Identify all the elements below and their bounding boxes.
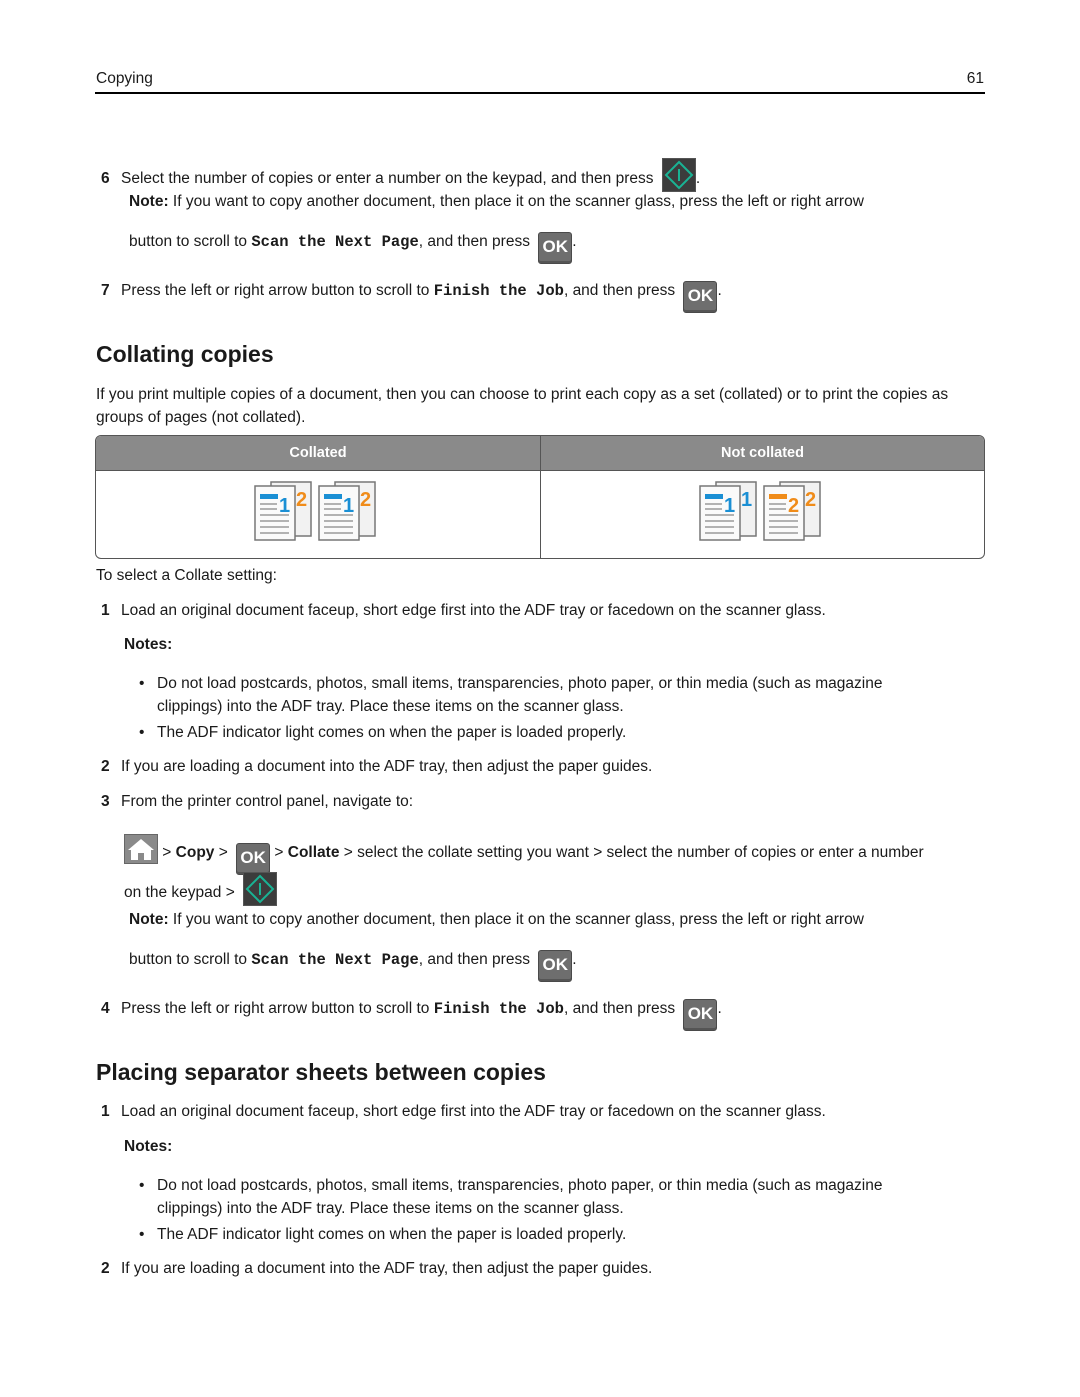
collate-step-2: 2 If you are loading a document into the …: [101, 758, 653, 775]
collating-intro: If you print multiple copies of a docume…: [96, 386, 949, 426]
collated-pages-illustration: 2 1 2 1: [254, 481, 376, 541]
collate-step-3: 3 From the printer control panel, navigat…: [101, 793, 414, 810]
header-rule: [95, 92, 985, 94]
ok-button-icon: OK: [538, 232, 573, 264]
collate-note-line2: button to scroll to Scan the Next Page, …: [129, 950, 577, 982]
start-diamond-icon: [243, 872, 278, 906]
collated-illustration-cell: 2 1 2 1: [96, 471, 540, 558]
nav-collate: Collate: [287, 844, 340, 861]
page-stack-page-2: 2 2: [762, 481, 821, 541]
page-stack-set-2: 2 1: [318, 481, 376, 541]
step-number: 6: [101, 170, 110, 187]
ok-button-icon: OK: [683, 281, 718, 313]
page-number-label: 2: [788, 495, 799, 517]
note-bullet-1: • Do not load postcards, photos, small it…: [139, 1177, 883, 1217]
step-7: 7 Press the left or right arrow button to…: [101, 281, 722, 313]
page-number-label: 1: [343, 495, 354, 517]
nav-copy: Copy: [175, 844, 215, 861]
home-icon: [124, 834, 158, 864]
note-bullet-2: • The ADF indicator light comes on when t…: [139, 724, 627, 741]
step-6-note-line2: button to scroll to Scan the Next Page, …: [129, 232, 577, 264]
notes-label: Notes:: [124, 1138, 173, 1155]
separator-step-1: 1 Load an original document faceup, short…: [101, 1103, 826, 1120]
navigation-path: > Copy > OK > Collate > select the colla…: [124, 834, 924, 875]
page-number-label: 2: [360, 489, 371, 511]
menu-option-scan-next-page: Scan the Next Page: [251, 233, 419, 251]
page-number-label: 1: [279, 495, 290, 517]
page-number-label: 1: [724, 495, 735, 517]
table-header-collated: Collated: [96, 436, 540, 471]
note-label: Note:: [129, 193, 169, 210]
page-number: 61: [966, 70, 984, 87]
menu-option-finish-job: Finish the Job: [433, 282, 564, 300]
page-number-label: 2: [805, 489, 816, 511]
step-number: 7: [101, 282, 110, 299]
collate-select-intro: To select a Collate setting:: [96, 567, 277, 584]
running-header-section: Copying: [96, 70, 153, 87]
page-stack-page-1: 1 1: [698, 481, 757, 541]
ok-button-icon: OK: [538, 950, 573, 982]
start-diamond-icon: [661, 158, 696, 192]
section-heading-separator-sheets: Placing separator sheets between copies: [96, 1059, 546, 1085]
ok-button-icon: OK: [683, 999, 718, 1031]
step-text: Select the number of copies or enter a n…: [121, 170, 654, 187]
page-stack-set-1: 2 1: [254, 481, 312, 541]
collate-note: Note: If you want to copy another docume…: [129, 911, 864, 928]
navigation-path-line2: on the keypad >: [124, 872, 278, 906]
separator-step-2: 2 If you are loading a document into the …: [101, 1260, 653, 1277]
collate-step-4: 4 Press the left or right arrow button to…: [101, 999, 722, 1031]
menu-option-finish-job: Finish the Job: [433, 1000, 564, 1018]
step-6-note: Note: If you want to copy another docume…: [129, 193, 864, 210]
table-header-not-collated: Not collated: [540, 436, 984, 471]
step-6: 6 Select the number of copies or enter a …: [101, 158, 700, 192]
ok-button-icon: OK: [236, 843, 271, 875]
notes-label: Notes:: [124, 636, 173, 653]
note-bullet-1: • Do not load postcards, photos, small it…: [139, 675, 883, 715]
page-number-label: 1: [741, 489, 752, 511]
menu-option-scan-next-page: Scan the Next Page: [251, 951, 419, 969]
note-bullet-2: • The ADF indicator light comes on when t…: [139, 1226, 627, 1243]
collate-comparison-table: Collated Not collated 2 1 2 1 1 1 2 2: [95, 435, 985, 559]
not-collated-illustration-cell: 1 1 2 2: [540, 471, 984, 558]
not-collated-pages-illustration: 1 1 2 2: [698, 481, 821, 541]
section-heading-collating: Collating copies: [96, 341, 274, 367]
collate-step-1: 1 Load an original document faceup, short…: [101, 602, 826, 619]
page-number-label: 2: [296, 489, 307, 511]
